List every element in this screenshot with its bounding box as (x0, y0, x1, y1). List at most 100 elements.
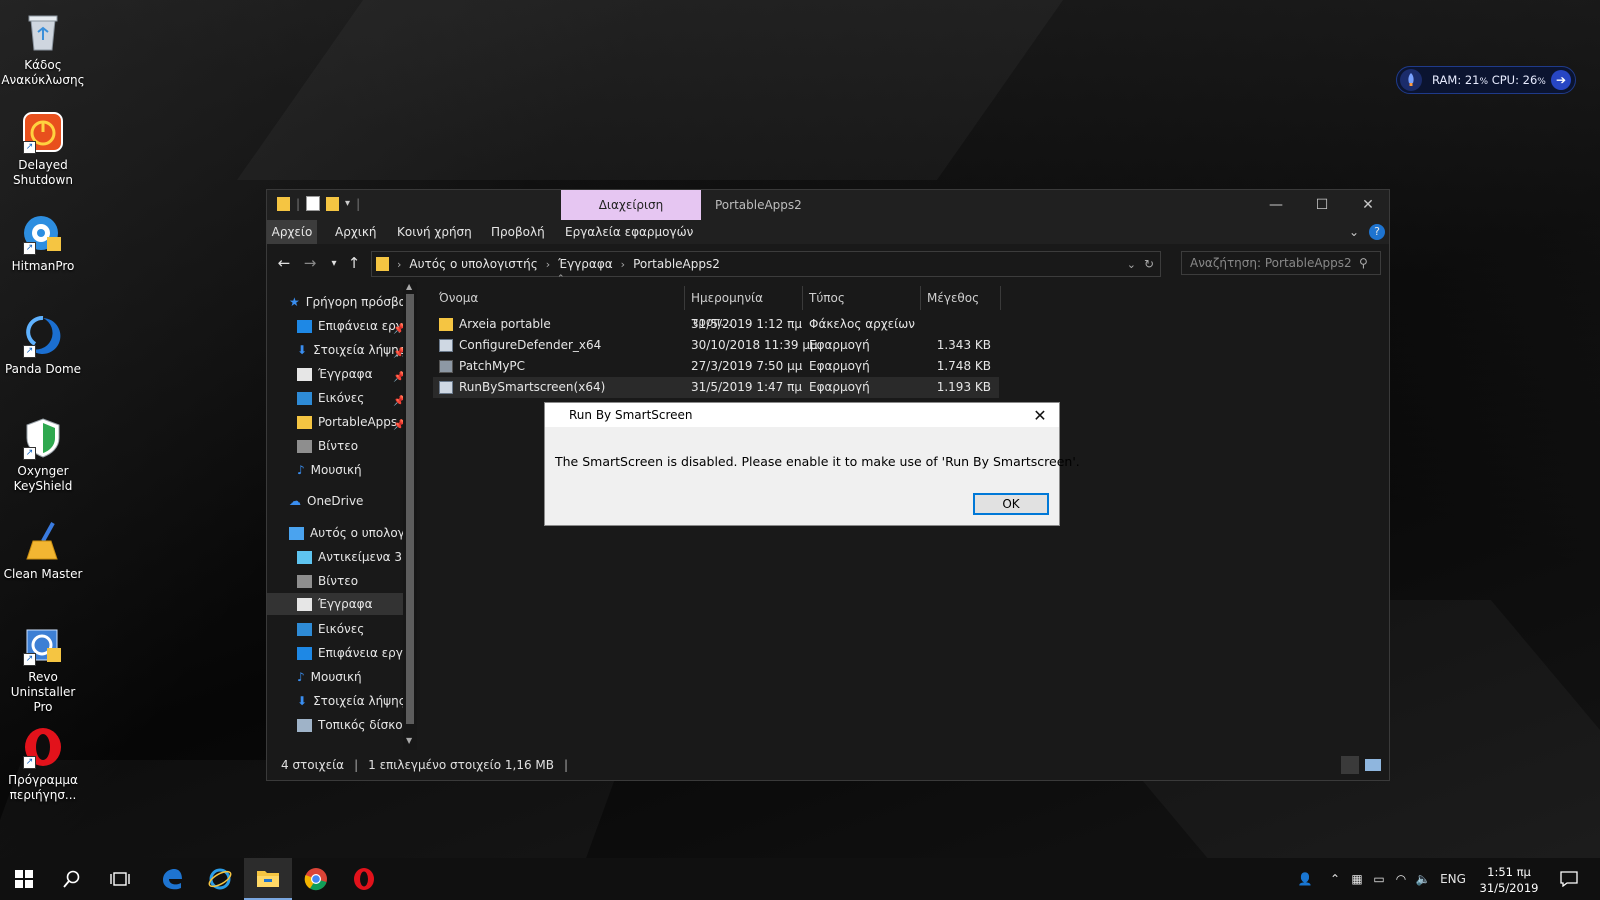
back-button[interactable]: ← (273, 252, 295, 274)
chevron-up-icon[interactable]: ⌃ (1322, 858, 1348, 900)
new-folder-icon[interactable] (326, 196, 340, 211)
taskbar-edge[interactable] (148, 858, 196, 900)
task-view-button[interactable] (96, 858, 144, 900)
nav-3d-objects[interactable]: Αντικείμενα 3D (297, 546, 403, 568)
nav-quick-access[interactable]: ★Γρήγορη πρόσβαση (289, 291, 405, 313)
desktop-icon-oxynger-keyshield[interactable]: ↗ Oxynger KeyShield (0, 416, 86, 494)
search-icon (63, 870, 80, 888)
folder-icon (277, 196, 290, 211)
nav-music[interactable]: ♪ Μουσική (297, 459, 403, 481)
scrollbar-thumb[interactable] (406, 294, 414, 724)
system-monitor-widget[interactable]: RAM: 21% CPU: 26% ➔ (1396, 66, 1576, 94)
desktop-icon-delayed-shutdown[interactable]: ↗ Delayed Shutdown (0, 110, 86, 188)
desktop-icon-opera[interactable]: ↗ Πρόγραμμα περιήγησ... (0, 725, 86, 803)
search-button[interactable] (48, 858, 96, 900)
desktop-icon-clean-master[interactable]: Clean Master (0, 519, 86, 582)
tab-home[interactable]: Αρχική (335, 220, 377, 244)
smartscreen-dialog: Run By SmartScreen ✕ The SmartScreen is … (544, 402, 1080, 526)
file-row[interactable]: PatchMyPC 27/3/2019 7:50 μμ Εφαρμογή 1.7… (433, 356, 999, 377)
ok-button[interactable]: OK (973, 493, 1049, 515)
nav-portableapps[interactable]: PortableApps (297, 411, 403, 433)
column-header-type[interactable]: Τύπος (803, 286, 921, 310)
nav-local-disk[interactable]: Τοπικός δίσκος (297, 714, 403, 736)
chevron-down-icon[interactable]: ▾ (345, 198, 350, 209)
scroll-up-icon[interactable]: ▲ (406, 282, 412, 291)
task-view-icon (110, 872, 130, 886)
tab-view[interactable]: Προβολή (491, 220, 545, 244)
desktop-icon (297, 319, 312, 333)
shortcut-arrow-icon: ↗ (23, 756, 36, 769)
tab-share[interactable]: Κοινή χρήση (397, 220, 472, 244)
keyboard-icon[interactable]: ▦ (1346, 858, 1368, 900)
minimize-button[interactable]: — (1253, 190, 1299, 220)
rocket-icon (1400, 69, 1422, 91)
dialog-close-button[interactable]: ✕ (1027, 403, 1053, 427)
nav-this-pc[interactable]: Αυτός ο υπολογιστής (289, 522, 405, 544)
nav-pc-downloads[interactable]: ⬇ Στοιχεία λήψης (297, 690, 403, 712)
nav-pc-music[interactable]: ♪ Μουσική (297, 666, 403, 688)
expand-ribbon-icon[interactable]: ⌄ (1349, 220, 1359, 244)
navigation-scrollbar[interactable]: ▲ ▼ (403, 282, 417, 750)
forward-button[interactable]: → (299, 252, 321, 274)
nav-videos[interactable]: Βίντεο (297, 435, 403, 457)
tab-application-tools[interactable]: Εργαλεία εφαρμογών (565, 220, 693, 244)
help-icon[interactable]: ? (1369, 224, 1385, 240)
file-row[interactable]: Arxeia portable 31/5/2019 1:12 πμ Φάκελο… (433, 314, 999, 335)
maximize-button[interactable]: ☐ (1299, 190, 1345, 220)
star-icon: ★ (289, 295, 300, 309)
search-input[interactable]: Αναζήτηση: PortableApps2 (1181, 251, 1381, 275)
desktop-icon-panda-dome[interactable]: ↗ Panda Dome (0, 314, 86, 377)
properties-icon[interactable] (306, 196, 321, 211)
language-indicator[interactable]: ENG (1436, 858, 1470, 900)
pictures-icon (297, 622, 312, 636)
taskbar-opera[interactable] (340, 858, 388, 900)
desktop-icon-revo-uninstaller[interactable]: ↗ Revo Uninstaller Pro (0, 622, 86, 715)
wifi-icon[interactable]: ◠ (1390, 858, 1412, 900)
arrow-right-icon[interactable]: ➔ (1551, 70, 1571, 90)
column-header-date[interactable]: Ημερομηνία τροπ... (685, 286, 803, 329)
nav-pc-desktop[interactable]: Επιφάνεια εργασίας (297, 642, 403, 664)
nav-pictures[interactable]: Εικόνες (297, 387, 403, 409)
dialog-title: Run By SmartScreen (569, 408, 693, 422)
large-icons-view-icon[interactable] (1365, 759, 1381, 771)
close-button[interactable]: ✕ (1345, 190, 1391, 220)
breadcrumb-documents[interactable]: Έγγραφα (558, 257, 613, 271)
nav-onedrive[interactable]: ☁ OneDrive (289, 490, 405, 512)
taskbar-chrome[interactable] (292, 858, 340, 900)
nav-pc-pictures[interactable]: Εικόνες (297, 618, 403, 640)
people-icon[interactable]: 👤 (1290, 858, 1320, 900)
file-row-selected[interactable]: RunBySmartscreen(x64) 31/5/2019 1:47 πμ … (433, 377, 999, 398)
dialog-title-bar[interactable]: Run By SmartScreen ✕ (545, 403, 1059, 427)
desktop-icon-hitmanpro[interactable]: ↗ HitmanPro (0, 211, 86, 274)
chevron-right-icon: › (397, 257, 402, 271)
battery-icon[interactable]: ▭ (1368, 858, 1390, 900)
desktop-icon-recycle-bin[interactable]: Κάδος Ανακύκλωσης (0, 10, 86, 88)
title-bar[interactable]: | ▾ | Διαχείριση PortableApps2 — ☐ ✕ (267, 190, 1389, 220)
taskbar-file-explorer[interactable] (244, 858, 292, 900)
clock[interactable]: 1:51 πμ 31/5/2019 (1474, 864, 1544, 896)
breadcrumb-this-pc[interactable]: Αυτός ο υπολογιστής (409, 257, 537, 271)
tab-file[interactable]: Αρχείο (267, 220, 317, 244)
nav-downloads[interactable]: ⬇ Στοιχεία λήψης (297, 339, 403, 361)
taskbar-ie-app[interactable] (196, 858, 244, 900)
breadcrumb-portableapps2[interactable]: PortableApps2 (633, 257, 720, 271)
file-row[interactable]: ConfigureDefender_x64 30/10/2018 11:39 μ… (433, 335, 999, 356)
refresh-icon[interactable]: ↻ (1144, 257, 1154, 271)
recent-locations-chevron-icon[interactable]: ▾ (323, 252, 345, 274)
nav-pc-documents[interactable]: Έγγραφα (267, 593, 403, 615)
up-button[interactable]: ↑ (343, 252, 365, 274)
volume-icon[interactable]: 🔈 (1412, 858, 1434, 900)
address-bar[interactable]: › Αυτός ο υπολογιστής › Έγγραφα › Portab… (371, 251, 1161, 277)
hitmanpro-icon: ↗ (21, 211, 65, 255)
action-center-icon[interactable] (1552, 858, 1586, 900)
start-button[interactable] (0, 858, 48, 900)
nav-desktop[interactable]: Επιφάνεια εργασίας (297, 315, 403, 337)
column-header-size[interactable]: Μέγεθος (921, 286, 1001, 310)
context-tab-manage[interactable]: Διαχείριση (561, 190, 701, 220)
nav-pc-videos[interactable]: Βίντεο (297, 570, 403, 592)
nav-documents[interactable]: Έγγραφα (297, 363, 403, 385)
column-header-name[interactable]: Όνομα (433, 286, 685, 310)
scroll-down-icon[interactable]: ▼ (406, 736, 412, 745)
address-dropdown-icon[interactable]: ⌄ (1127, 258, 1136, 271)
details-view-icon[interactable] (1341, 756, 1359, 774)
